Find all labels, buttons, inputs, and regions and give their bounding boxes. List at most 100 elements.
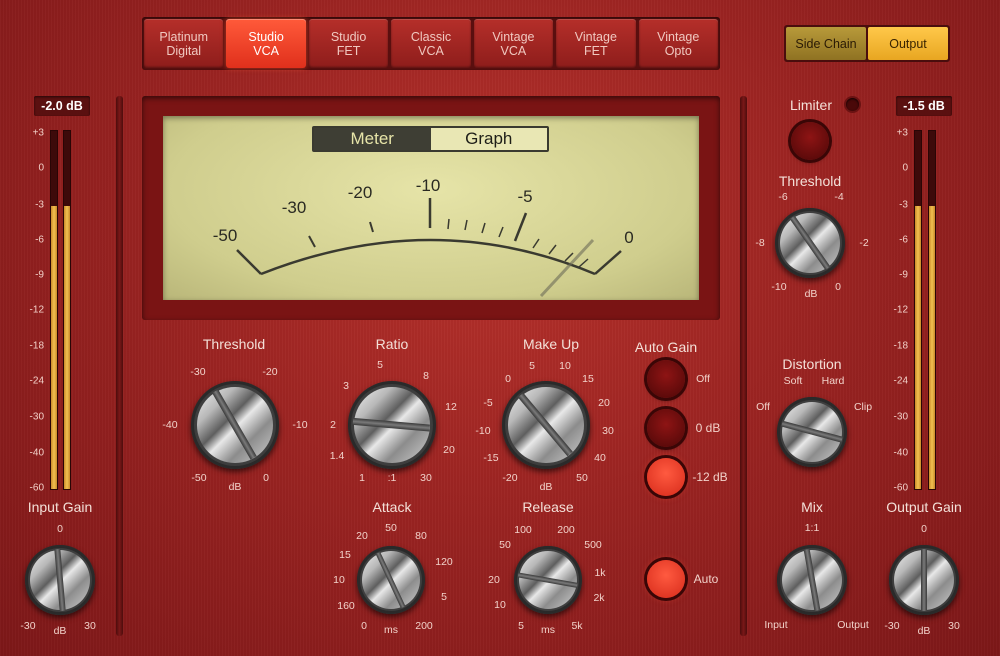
meter-tick (594, 250, 622, 275)
output-meter-left-fill (915, 206, 921, 489)
graph-view-button[interactable]: Graph (430, 128, 547, 150)
model-vintage-opto-button[interactable]: Vintage Opto (638, 19, 718, 68)
meter-tick (308, 235, 316, 248)
side-chain-button[interactable]: Side Chain (786, 27, 866, 60)
meter-tick (578, 258, 589, 268)
release-tick: 2k (593, 592, 605, 604)
limiter-threshold-tick: -2 (859, 237, 869, 249)
model-studio-vca-button[interactable]: Studio VCA (226, 19, 306, 68)
input-meter-scale: +3 0 -3 -6 -9 -12 -18 -24 -30 -40 -60 (14, 127, 44, 494)
model-label-line2: VCA (253, 43, 279, 58)
model-label-line1: Vintage (574, 29, 617, 44)
input-gain-tick: -30 (20, 620, 36, 632)
mix-knob[interactable] (777, 545, 847, 615)
meter-arc (260, 238, 596, 276)
release-tick: 5k (571, 620, 583, 632)
meter-scale-tick: -18 (893, 340, 908, 352)
distortion-tick: Clip (853, 401, 873, 413)
output-meter-scale: +3 0 -3 -6 -9 -12 -18 -24 -30 -40 -60 (878, 127, 908, 494)
meter-scale-tick: -24 (893, 375, 908, 387)
model-label-line1: Studio (330, 29, 367, 44)
release-tick: 100 (514, 524, 532, 536)
input-gain-knob[interactable] (25, 545, 95, 615)
meter-scale-tick: -6 (35, 234, 44, 246)
mix-tick: 1:1 (804, 522, 820, 534)
output-button[interactable]: Output (868, 27, 948, 60)
limiter-label: Limiter (789, 97, 833, 113)
release-tick: 50 (499, 539, 511, 551)
input-gain-tick: 30 (84, 620, 96, 632)
ratio-tick: 12 (445, 401, 457, 413)
output-gain-knob[interactable] (889, 545, 959, 615)
meter-scale-tick: -40 (893, 447, 908, 459)
auto-gain-off-button[interactable] (647, 360, 685, 398)
meter-tick (369, 221, 374, 233)
model-vintage-vca-button[interactable]: Vintage VCA (473, 19, 554, 68)
meter-scale-label: -20 (348, 183, 373, 202)
limiter-threshold-knob[interactable] (775, 208, 845, 278)
model-label-line2: FET (584, 43, 608, 58)
meter-scale-tick: -9 (899, 269, 908, 281)
attack-label: Attack (372, 499, 412, 515)
model-label-line1: Vintage (492, 29, 535, 44)
model-label-line1: Classic (410, 29, 452, 44)
model-studio-fet-button[interactable]: Studio FET (308, 19, 389, 68)
meter-scale-tick: 0 (38, 162, 44, 174)
makeup-knob[interactable] (502, 381, 590, 469)
auto-release-button[interactable] (647, 560, 685, 598)
output-meter-left (914, 130, 922, 490)
threshold-tick: dB (228, 481, 242, 493)
ratio-tick: :1 (387, 472, 397, 484)
meter-view-button[interactable]: Meter (314, 128, 431, 150)
model-vintage-fet-button[interactable]: Vintage FET (556, 19, 636, 68)
auto-gain-minus12-button[interactable] (647, 458, 685, 496)
auto-gain-0db-button[interactable] (647, 409, 685, 447)
model-label-line2: VCA (500, 43, 527, 58)
meter-scale-tick: +3 (896, 127, 908, 139)
distortion-label: Distortion (782, 356, 842, 372)
release-knob[interactable] (514, 546, 582, 614)
meter-scale-tick: -9 (35, 269, 44, 281)
attack-knob[interactable] (357, 546, 425, 614)
makeup-tick: -10 (475, 425, 491, 437)
limiter-threshold-tick: dB (804, 288, 818, 300)
input-meter-left (50, 130, 58, 490)
limiter-threshold-tick: -4 (834, 191, 844, 203)
release-tick: 10 (494, 599, 506, 611)
meter-scale-label: -10 (416, 176, 441, 195)
meter-tick (447, 218, 450, 230)
attack-tick: ms (384, 624, 398, 636)
threshold-tick: -50 (191, 472, 207, 484)
release-tick: 200 (557, 524, 575, 536)
attack-tick: 15 (339, 549, 351, 561)
auto-release-label: Auto (693, 572, 719, 586)
model-label-line2: Digital (166, 43, 202, 58)
ratio-tick: 1.4 (329, 450, 345, 462)
output-meter-right-fill (929, 206, 935, 489)
meter-scale-tick: -30 (893, 411, 908, 423)
ratio-label: Ratio (375, 336, 409, 352)
attack-tick: 50 (385, 522, 397, 534)
model-label-line1: Studio (248, 29, 284, 44)
model-label-line1: Platinum (159, 29, 209, 44)
meter-scale-tick: -60 (29, 482, 44, 494)
meter-scale-label: 0 (624, 228, 633, 247)
model-classic-vca-button[interactable]: Classic VCA (391, 19, 471, 68)
meter-tick (564, 252, 574, 262)
distortion-knob[interactable] (777, 397, 847, 467)
routing-selector: Side Chain Output (784, 25, 950, 62)
attack-tick: 0 (361, 620, 367, 632)
ratio-tick: 30 (420, 472, 432, 484)
output-gain-tick: -30 (884, 620, 900, 632)
model-platinum-digital-button[interactable]: Platinum Digital (144, 19, 224, 68)
makeup-tick: -5 (483, 397, 493, 409)
threshold-knob[interactable] (191, 381, 279, 469)
threshold-tick: -10 (292, 419, 308, 431)
limiter-button[interactable] (791, 122, 829, 160)
ratio-knob[interactable] (348, 381, 436, 469)
limiter-threshold-tick: 0 (835, 281, 841, 293)
meter-tick (464, 219, 468, 231)
attack-tick: 10 (333, 574, 345, 586)
meter-scale-tick: -12 (893, 304, 908, 316)
makeup-tick: 10 (559, 360, 571, 372)
